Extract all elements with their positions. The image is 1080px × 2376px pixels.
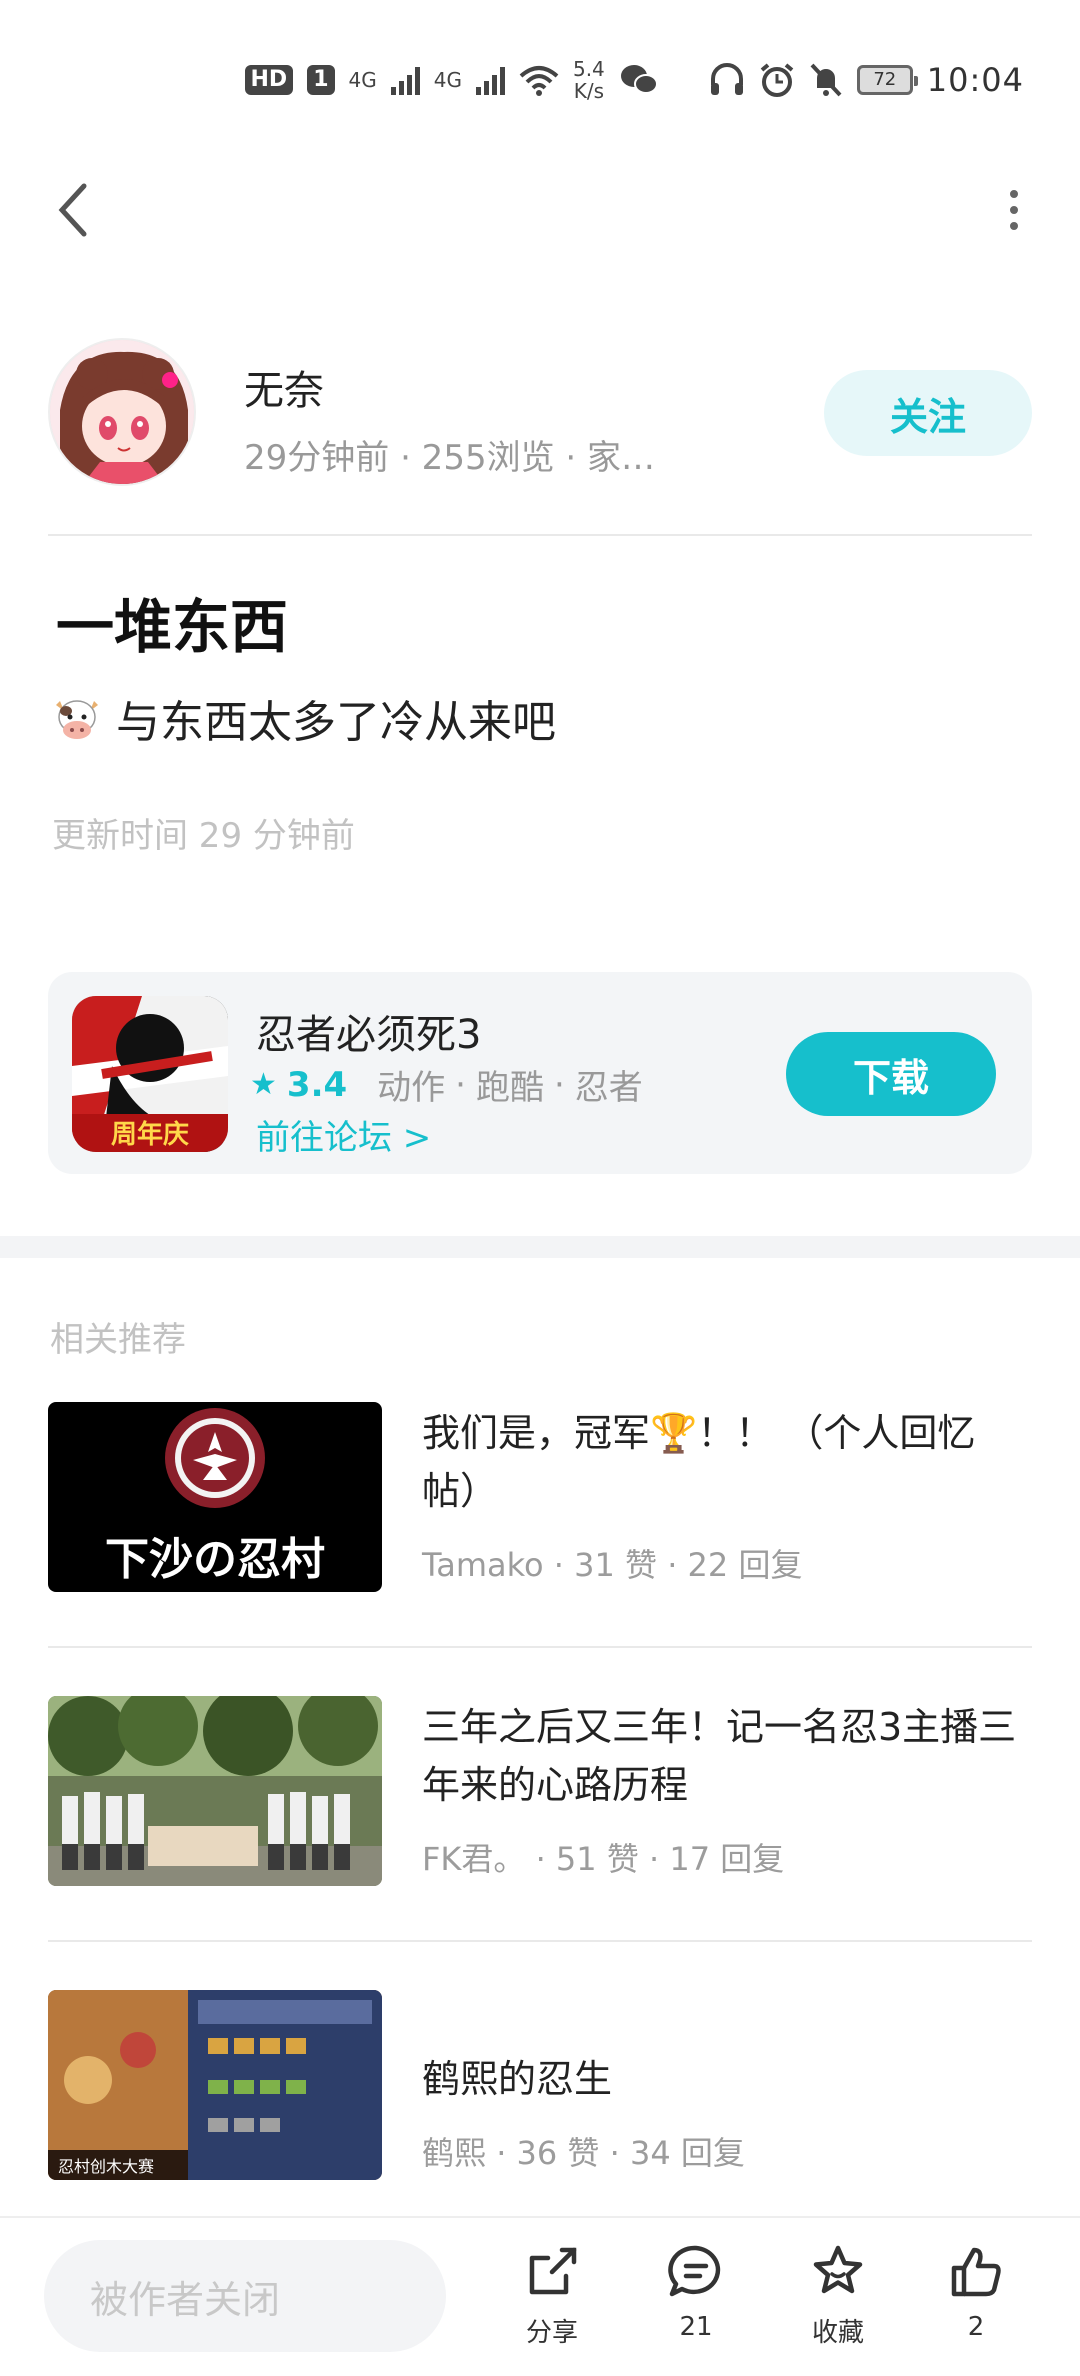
related-item-author: FK君。	[422, 1840, 526, 1878]
related-item-author: 鹤熙	[422, 2134, 487, 2172]
related-item-likes: 36 赞	[516, 2134, 600, 2172]
related-thumbnail	[48, 1696, 382, 1886]
related-thumbnail-text: 忍村创木大赛	[58, 2157, 154, 2176]
comment-input[interactable]: 被作者关闭	[44, 2240, 446, 2352]
game-icon-text: 周年庆	[111, 1119, 189, 1150]
related-item-title: 我们是，冠军🏆！！ （个人回忆帖）	[422, 1411, 976, 1513]
related-item-meta: Tamako · 31 赞 · 22 回复	[422, 1546, 803, 1584]
post-body-text: 与东西太多了冷从来吧	[116, 697, 556, 748]
like-button[interactable]: 2	[926, 2242, 1026, 2362]
post-title: 一堆东西	[56, 593, 289, 661]
related-item-title-text: 鹤熙的忍生 从我2019年12月来忍3，我的第…	[422, 2057, 613, 2101]
cow-emoji-icon	[56, 700, 98, 739]
tag-separator: ·	[553, 1064, 565, 1105]
related-item-likes: 51 赞	[555, 1840, 639, 1878]
author-name[interactable]: 无奈	[244, 358, 324, 416]
signal-icon-2	[475, 65, 505, 95]
more-dot-icon	[1010, 206, 1018, 214]
post-body: 与东西太多了冷从来吧	[52, 686, 556, 750]
share-icon	[529, 2247, 577, 2295]
bottom-action-bar: 被作者关闭 分享 21 收藏 2	[0, 2216, 1080, 2376]
net-speed-value: 5.4	[572, 57, 605, 81]
more-dot-icon	[1010, 190, 1018, 198]
game-rating: 3.4	[286, 1064, 348, 1105]
related-item-replies: 17 回复	[669, 1840, 785, 1878]
hd-badge: HD	[244, 65, 294, 95]
net-speed-unit: K/s	[573, 79, 605, 103]
status-icons: HD 1 4G 4G 5.4 K/s 72 10:04	[244, 52, 1025, 108]
more-dot-icon	[1010, 222, 1018, 230]
headphones-icon	[710, 63, 743, 95]
author-meta: 29分钟前 · 255浏览 · 家…	[244, 438, 656, 478]
related-thumbnail: 忍村创木大赛	[48, 1990, 382, 2180]
forum-link[interactable]: 前往论坛 >	[256, 1110, 431, 1159]
divider	[48, 534, 1032, 536]
author-row: 无奈 29分钟前 · 255浏览 · 家… 关注	[48, 338, 1032, 488]
status-bar: HD 1 4G 4G 5.4 K/s 72 10:04	[0, 0, 1080, 150]
related-item-title: 三年之后又三年！记一名忍3主播三年来的心路历程	[422, 1705, 1017, 1807]
related-thumbnail: 下沙の忍村	[48, 1402, 382, 1592]
related-item[interactable]: 下沙の忍村 我们是，冠军🏆！！ （个人回忆帖） Tamako · 31 赞 · …	[48, 1402, 1032, 1598]
network-type-1: 4G	[348, 68, 377, 92]
divider	[48, 1940, 1032, 1942]
related-section-title: 相关推荐	[50, 1320, 186, 1360]
game-tag: 忍者	[574, 1068, 643, 1108]
star-icon: ★	[250, 1067, 277, 1102]
back-button[interactable]	[42, 180, 102, 240]
related-item-likes: 31 赞	[574, 1546, 658, 1584]
follow-button[interactable]: 关注	[824, 370, 1032, 456]
mute-icon	[810, 63, 842, 97]
download-button[interactable]: 下载	[786, 1032, 996, 1116]
divider	[48, 1646, 1032, 1648]
game-name: 忍者必须死3	[256, 1012, 482, 1058]
section-gap	[0, 1236, 1080, 1258]
game-card[interactable]: 周年庆 忍者必须死3 ★ 3.4 动作 · 跑酷 · 忍者 前往论坛 > 下载	[48, 972, 1032, 1174]
network-type-2: 4G	[433, 68, 462, 92]
game-meta: ★ 3.4 动作 · 跑酷 · 忍者	[250, 1060, 643, 1109]
game-tag: 动作	[377, 1068, 446, 1108]
sim-badge: 1	[307, 65, 335, 95]
share-label: 分享	[525, 2318, 578, 2348]
wechat-icon	[620, 65, 658, 94]
related-item[interactable]: 三年之后又三年！记一名忍3主播三年来的心路历程 FK君。 · 51 赞 · 17…	[48, 1696, 1032, 1892]
wifi-icon	[519, 66, 559, 96]
avatar[interactable]	[48, 338, 196, 486]
related-item-title: 鹤熙的忍生 从我2019年12月来忍3，我的第…	[422, 1992, 1032, 2108]
signal-icon	[390, 65, 420, 95]
favorite-label: 收藏	[811, 2318, 864, 2348]
thumbs-up-icon	[951, 2247, 1001, 2297]
related-thumbnail-text: 下沙の忍村	[105, 1534, 325, 1585]
game-icon: 周年庆	[72, 996, 228, 1152]
update-time: 更新时间 29 分钟前	[52, 816, 355, 856]
comment-count: 21	[679, 2312, 713, 2342]
related-item-meta: 鹤熙 · 36 赞 · 34 回复	[422, 2134, 745, 2172]
clock: 10:04	[926, 61, 1024, 99]
more-options-button[interactable]	[984, 180, 1044, 240]
alarm-icon	[760, 63, 794, 97]
chevron-left-icon	[58, 183, 87, 237]
top-nav	[0, 170, 1080, 250]
related-item-replies: 34 回复	[629, 2134, 745, 2172]
related-item-replies: 22 回复	[687, 1546, 803, 1584]
comment-button[interactable]: 21	[646, 2242, 746, 2362]
favorite-button[interactable]: 收藏	[788, 2242, 888, 2362]
share-button[interactable]: 分享	[502, 2242, 602, 2362]
tag-separator: ·	[455, 1064, 466, 1105]
related-item[interactable]: 忍村创木大赛 鹤熙的忍生 从我2019年12月来忍3，我的第… 鹤熙 · 36 …	[48, 1990, 1032, 2186]
comment-icon	[668, 2245, 721, 2297]
star-outline-icon	[813, 2245, 863, 2294]
battery-icon: 72	[856, 65, 918, 95]
like-count: 2	[967, 2312, 985, 2342]
related-item-meta: FK君。 · 51 赞 · 17 回复	[422, 1840, 785, 1878]
related-item-author: Tamako	[422, 1546, 544, 1584]
game-tag: 跑酷	[475, 1068, 544, 1108]
net-speed: 5.4 K/s	[573, 58, 605, 102]
